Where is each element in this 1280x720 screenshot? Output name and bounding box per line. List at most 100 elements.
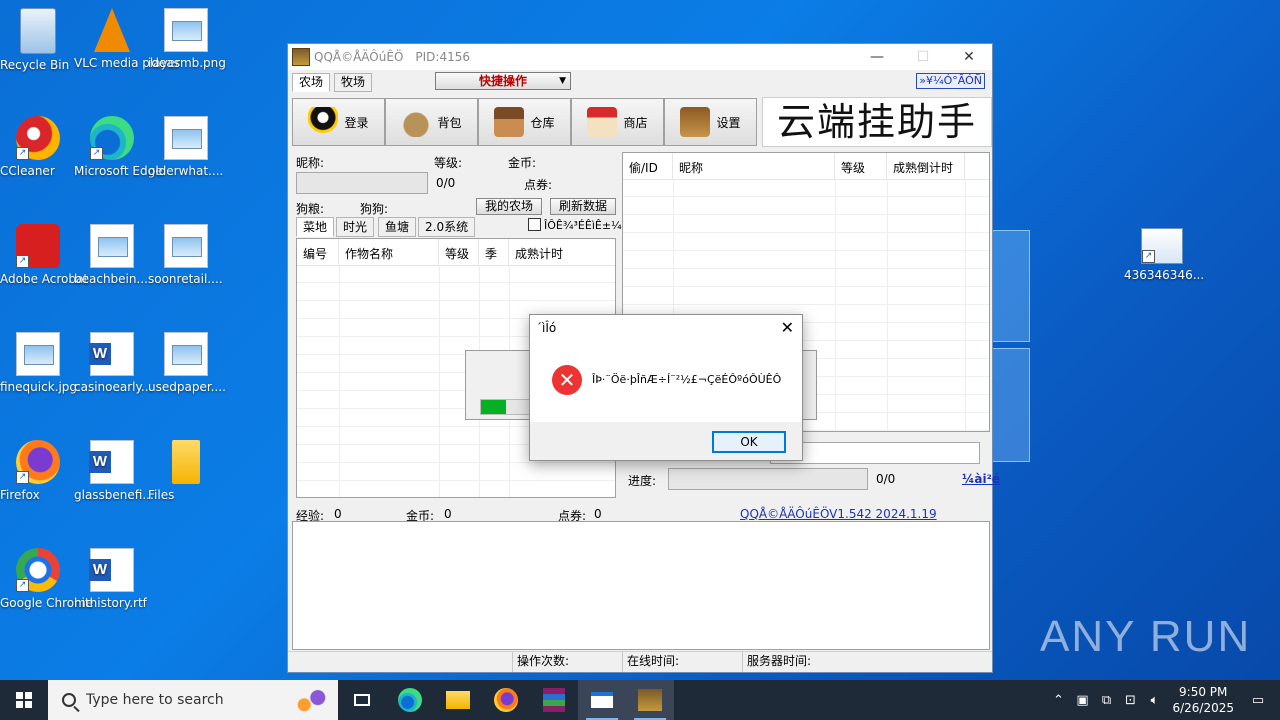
taskbar-file-explorer[interactable]: [434, 680, 482, 720]
chevron-up-icon[interactable]: ⌃: [1046, 693, 1070, 708]
firefox-icon: ↗: [16, 440, 60, 484]
subtab-system2[interactable]: 2.0系统: [418, 217, 476, 237]
col-ripe-timer: 成熟计时: [515, 247, 564, 261]
vlc-cone-icon: [94, 8, 130, 52]
tab-ranch[interactable]: 牧场: [334, 73, 373, 92]
maximize-button[interactable]: ☐: [900, 49, 946, 65]
desktop-icon-firefox[interactable]: ↗ Firefox: [0, 440, 76, 502]
exp-value: 0/0: [436, 176, 456, 190]
word-doc-icon: W: [89, 548, 134, 592]
col-steal-id: 偷/ID: [623, 153, 673, 179]
security-icon[interactable]: ▣: [1070, 693, 1094, 708]
desktop-icon-beachbein[interactable]: beachbein...: [74, 224, 150, 286]
progress-row: 进度: 0/0 ¼ài²é: [622, 464, 1000, 492]
dialog-title: ´ìÎó: [536, 321, 557, 335]
desktop-icon-microsoft-edge[interactable]: ↗ Microsoft Edge: [74, 116, 163, 178]
dialog-close-icon[interactable]: ✕: [781, 318, 794, 337]
word-doc-icon: W: [89, 440, 134, 484]
minimize-button[interactable]: —: [854, 49, 900, 65]
desktop-icon-436346346[interactable]: ↗ 436346346...: [1124, 228, 1204, 282]
quick-ops-dropdown[interactable]: 快捷操作 ▼: [435, 72, 571, 90]
taskbar-search[interactable]: Type here to search: [48, 680, 338, 720]
settings-box-icon: [680, 107, 711, 137]
taskbar-dialog-app[interactable]: [578, 680, 626, 720]
clock[interactable]: 9:50 PM 6/26/2025: [1172, 684, 1234, 716]
device-icon[interactable]: ⧉: [1094, 693, 1118, 708]
dialog-ok-button[interactable]: OK: [712, 431, 786, 453]
error-dialog: ´ìÎó ✕ ✕ ÎÞ·¨Öë·þÎñÆ÷Í¨²½£¬ÇëÉÔºóÔÙÊÔ OK: [529, 314, 803, 461]
subtab-time[interactable]: 时光: [336, 217, 375, 237]
loading-progress-fill: [481, 400, 507, 414]
refresh-data-button[interactable]: 刷新数据: [550, 198, 616, 215]
desktop-icon-google-chrome[interactable]: ↗ Google Chrome: [0, 548, 93, 610]
desktop-icon-vlc[interactable]: VLC media player: [74, 8, 180, 70]
edge-icon: [398, 688, 422, 712]
task-view-button[interactable]: [338, 680, 386, 720]
progress-value: 0/0: [876, 472, 896, 486]
windows-logo-icon: [16, 692, 32, 708]
login-button[interactable]: 登录: [292, 98, 385, 146]
col-season: 季: [479, 239, 509, 265]
show-ripe-checkbox[interactable]: ÎÔÊ¾³ÉÊìÊ±¼: [528, 218, 622, 232]
shop-button[interactable]: 商店: [571, 98, 664, 146]
desktop-icon-finequick[interactable]: finequick.jpg: [0, 332, 77, 394]
image-file-icon: [90, 224, 134, 268]
network-icon[interactable]: ⊡: [1118, 693, 1142, 708]
desktop-icon-hithistory[interactable]: W hithistory.rtf: [74, 548, 150, 610]
ccleaner-icon: ↗: [16, 116, 60, 160]
gold-label: 金币:: [508, 156, 537, 170]
taskbar-firefox[interactable]: [482, 680, 530, 720]
desktop-icon-ccleaner[interactable]: ↗ CCleaner: [0, 116, 76, 178]
taskbar-winrar[interactable]: [530, 680, 578, 720]
col-id: 编号: [297, 239, 339, 265]
folder-icon: [446, 691, 470, 709]
title-bar[interactable]: QQÅ©ÅÄÔúÊÖ PID:4156 — ☐ ✕: [288, 44, 992, 70]
close-button[interactable]: ✕: [946, 49, 992, 65]
system-tray: ⌃ ▣ ⧉ ⊡ 🔈︎ 9:50 PM 6/26/2025 ▭: [1046, 684, 1280, 716]
recycle-bin-icon: [20, 8, 56, 54]
online-time: 在线时间:: [622, 652, 741, 672]
bag-button[interactable]: 背包: [385, 98, 478, 146]
warehouse-button[interactable]: 仓库: [478, 98, 571, 146]
progress-bar: [668, 468, 868, 490]
desktop-icon-ideasmb[interactable]: ideasmb.png: [148, 8, 226, 70]
subtab-pond[interactable]: 鱼塘: [378, 217, 417, 237]
version-link[interactable]: QQÅ©ÅÄÔúÊÖV1.542 2024.1.19: [740, 507, 937, 521]
taskbar: Type here to search ⌃ ▣ ⧉ ⊡ 🔈︎ 9:50 PM 6…: [0, 680, 1280, 720]
image-file-icon: [164, 8, 208, 52]
dialog-message: ÎÞ·¨Öë·þÎñÆ÷Í¨²½£¬ÇëÉÔºóÔÙÊÔ: [592, 373, 782, 386]
progress-link[interactable]: ¼ài²é: [962, 472, 1000, 486]
level-label: 等级:: [434, 156, 463, 170]
task-view-icon: [354, 694, 370, 706]
clock-date: 6/26/2025: [1172, 701, 1234, 715]
nickname-field: [296, 172, 428, 194]
stat-points-value: 0: [594, 507, 602, 521]
desktop-icon-casinoearly[interactable]: W casinoearly...: [74, 332, 152, 394]
taskbar-edge[interactable]: [386, 680, 434, 720]
archive-icon: [543, 688, 565, 712]
volume-icon[interactable]: 🔈︎: [1142, 693, 1166, 708]
top-right-link[interactable]: »¥¼Ó°ÃÓÑ: [916, 73, 985, 89]
start-button[interactable]: [0, 680, 48, 720]
dogfood-label: 狗粮:: [296, 202, 325, 216]
tab-farm[interactable]: 农场: [292, 73, 331, 92]
stat-exp-value: 0: [334, 507, 342, 521]
search-placeholder: Type here to search: [86, 692, 224, 708]
my-farm-button[interactable]: 我的农场: [476, 198, 542, 215]
desktop-icon-files[interactable]: Files: [148, 440, 224, 502]
desktop-icon-olderwhat[interactable]: olderwhat....: [148, 116, 224, 178]
notifications-icon[interactable]: ▭: [1246, 693, 1270, 708]
taskbar-farm-app[interactable]: [626, 680, 674, 720]
log-area[interactable]: [292, 521, 990, 650]
chrome-icon: ↗: [16, 548, 60, 592]
col-countdown: 成熟倒计时: [887, 153, 965, 179]
desktop-icon-soonretail[interactable]: soonretail....: [148, 224, 224, 286]
desktop-icon-glassbenefi[interactable]: W glassbenefi...: [74, 440, 154, 502]
subtab-plots[interactable]: 菜地: [296, 217, 335, 237]
desktop-icon-usedpaper[interactable]: usedpaper....: [148, 332, 226, 394]
bag-icon: [401, 107, 432, 137]
desktop-icon-adobe-acrobat[interactable]: ↗ Adobe Acrobat: [0, 224, 88, 286]
stat-gold-value: 0: [444, 507, 452, 521]
desktop-icon-recycle-bin[interactable]: Recycle Bin: [0, 8, 76, 72]
settings-button[interactable]: 设置: [664, 98, 757, 146]
